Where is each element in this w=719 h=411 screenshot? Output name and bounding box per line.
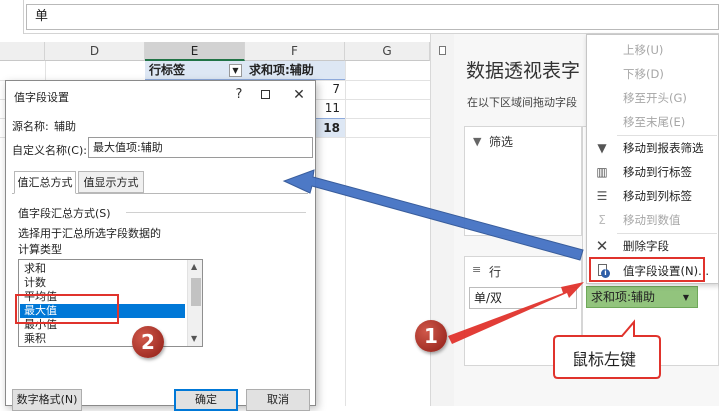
red-arrow xyxy=(448,282,584,344)
tab-summarize-by[interactable]: 值汇总方式 xyxy=(14,171,76,194)
step-badge-2: 2 xyxy=(132,326,164,358)
step-badge-1: 1 xyxy=(415,320,447,352)
callout-text: 鼠标左键 xyxy=(572,350,637,369)
blue-arrow xyxy=(282,169,584,261)
